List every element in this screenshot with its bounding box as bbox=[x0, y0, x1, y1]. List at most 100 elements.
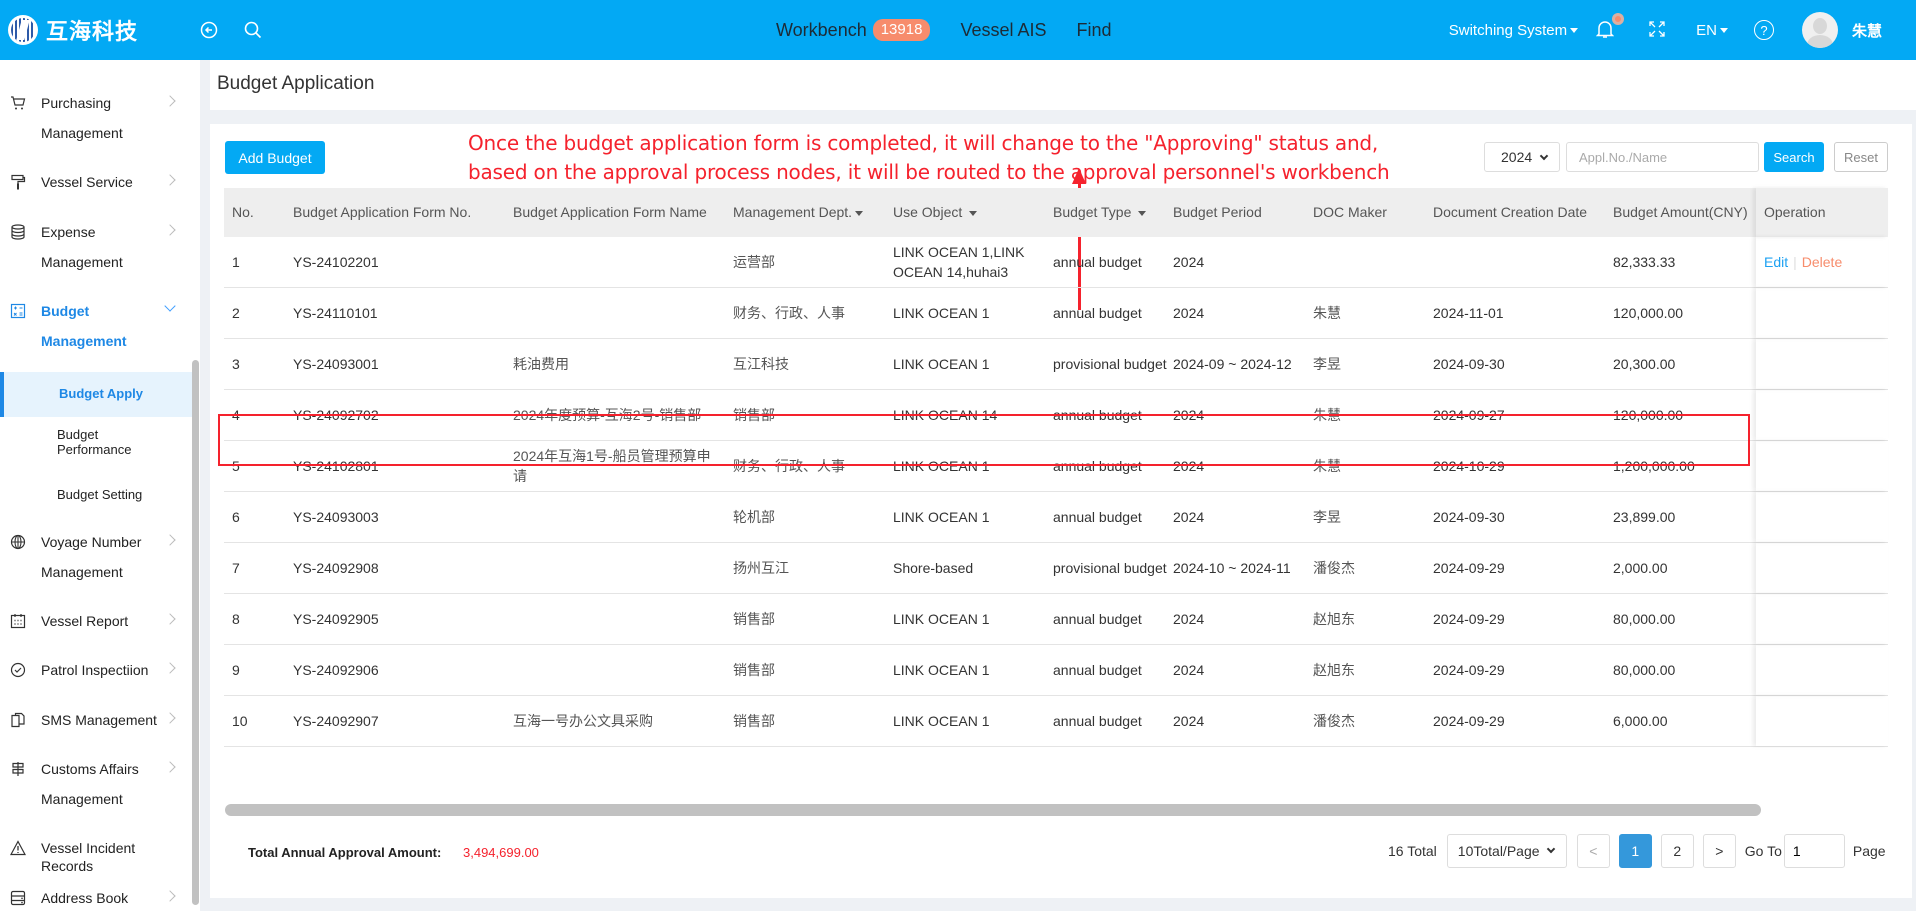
server-icon bbox=[9, 889, 27, 907]
logo-text: 互海科技 bbox=[46, 19, 139, 44]
sidebar-item-vessel-service[interactable]: Vessel Service bbox=[0, 173, 190, 193]
nav-workbench[interactable]: Workbench 13918 bbox=[776, 19, 931, 41]
workbench-count-badge: 13918 bbox=[872, 19, 931, 41]
cell-name bbox=[513, 543, 713, 593]
sidebar-item-purchasing-management[interactable]: Purchasing Management bbox=[0, 94, 190, 144]
chevron-right-icon bbox=[164, 890, 176, 902]
sidebar-subitem-label: Budget bbox=[57, 427, 99, 442]
sidebar-scrollbar[interactable] bbox=[192, 360, 199, 905]
delete-link[interactable]: Delete bbox=[1802, 252, 1842, 272]
table-row[interactable]: 3 YS-24093001 耗油费用 互江科技 LINK OCEAN 1 provisio… bbox=[224, 339, 1888, 390]
nav-vessel-ais[interactable]: Vessel AIS bbox=[960, 20, 1046, 41]
sidebar-subitem-budget-performance[interactable]: Budget Performance bbox=[0, 427, 192, 467]
year-select[interactable]: 2024 bbox=[1484, 142, 1560, 172]
cell-amount: 120,000.00 bbox=[1613, 305, 1684, 321]
page-size-value: 10Total/Page bbox=[1457, 843, 1540, 859]
search-input[interactable] bbox=[1566, 142, 1759, 172]
sidebar-item-customs-affairs-management[interactable]: Customs Affairs Management bbox=[0, 760, 190, 810]
sidebar-item-label: Vessel Service bbox=[41, 174, 133, 190]
table-row[interactable]: 8 YS-24092905 销售部 LINK OCEAN 1 annual budget… bbox=[224, 594, 1888, 645]
cell-use-object: LINK OCEAN 1 bbox=[893, 662, 990, 678]
sidebar-item-sms-management[interactable]: SMS Management bbox=[0, 711, 190, 731]
help-icon[interactable]: ? bbox=[1753, 20, 1774, 40]
cell-name: 耗油费用 bbox=[513, 356, 569, 372]
table-row[interactable]: 10 YS-24092907 互海一号办公文具采购 销售部 LINK OCEAN 1 an… bbox=[224, 696, 1888, 747]
sidebar-item-label: Budget bbox=[41, 303, 90, 319]
horizontal-scrollbar[interactable] bbox=[225, 804, 1761, 816]
check-circle-icon bbox=[9, 661, 27, 679]
table-row[interactable]: 9 YS-24092906 销售部 LINK OCEAN 1 annual budget… bbox=[224, 645, 1888, 696]
table-row[interactable]: 5 YS-24102801 2024年互海1号-船员管理预算申请 财务、行政、人事 LI… bbox=[224, 441, 1888, 492]
cell-no: 6 bbox=[232, 509, 240, 525]
operation-cell bbox=[1756, 441, 1888, 491]
cell-maker: 朱慧 bbox=[1313, 407, 1341, 423]
cell-amount: 120,000.00 bbox=[1613, 407, 1684, 423]
next-page-button[interactable]: > bbox=[1702, 834, 1736, 868]
cell-maker: 潘俊杰 bbox=[1313, 713, 1355, 729]
cell-dept: 财务、行政、人事 bbox=[733, 458, 845, 474]
chevron-right-icon bbox=[164, 174, 176, 186]
caret-down-icon bbox=[1138, 210, 1147, 216]
switching-system-dropdown[interactable]: Switching System bbox=[1448, 21, 1579, 39]
sidebar-subitem-budget-setting[interactable]: Budget Setting bbox=[0, 487, 192, 507]
cell-name bbox=[513, 492, 713, 542]
header-right: Switching System EN ? 朱慧 bbox=[1449, 0, 1916, 60]
cell-date: 2024-09-29 bbox=[1433, 713, 1505, 729]
cell-no: 8 bbox=[232, 611, 240, 627]
reset-button[interactable]: Reset bbox=[1834, 142, 1888, 172]
sidebar-item-address-book[interactable]: Address Book bbox=[0, 889, 190, 909]
sidebar-item-expense-management[interactable]: Expense Management bbox=[0, 223, 190, 273]
search-icon[interactable] bbox=[242, 19, 264, 41]
col-header-budget-period: Budget Period bbox=[1173, 204, 1262, 220]
table-row[interactable]: 6 YS-24093003 轮机部 LINK OCEAN 1 annual budget… bbox=[224, 492, 1888, 543]
sidebar-subitem-budget-apply[interactable]: Budget Apply bbox=[0, 372, 192, 417]
cell-date: 2024-09-29 bbox=[1433, 560, 1505, 576]
switching-system-label: Switching System bbox=[1448, 21, 1568, 39]
back-circle-icon[interactable] bbox=[198, 19, 220, 41]
col-header-form-name: Budget Application Form Name bbox=[513, 204, 707, 220]
nav-find[interactable]: Find bbox=[1077, 20, 1112, 41]
cell-dept: 销售部 bbox=[733, 407, 775, 423]
page-1-button[interactable]: 1 bbox=[1618, 834, 1652, 868]
language-dropdown[interactable]: EN bbox=[1696, 22, 1728, 39]
username[interactable]: 朱慧 bbox=[1852, 20, 1882, 41]
chevron-down-icon bbox=[1546, 844, 1556, 854]
col-header-management-dept[interactable]: Management Dept. bbox=[733, 204, 864, 220]
caret-down-icon bbox=[1570, 28, 1579, 34]
edit-link[interactable]: Edit bbox=[1764, 252, 1788, 272]
sidebar-item-patrol-inspection[interactable]: Patrol Inspectiion bbox=[0, 661, 190, 681]
cell-type: annual budget bbox=[1053, 254, 1142, 270]
page-size-select[interactable]: 10Total/Page bbox=[1446, 834, 1567, 868]
add-budget-button[interactable]: Add Budget bbox=[225, 141, 325, 174]
cell-dept: 财务、行政、人事 bbox=[733, 305, 845, 321]
logo[interactable]: 互海科技 bbox=[8, 14, 138, 46]
prev-page-button[interactable]: < bbox=[1576, 834, 1610, 868]
avatar[interactable] bbox=[1801, 12, 1838, 48]
cell-use-object: LINK OCEAN 1 bbox=[893, 713, 990, 729]
table-row[interactable]: 7 YS-24092908 扬州互江 Shore-based provisional b… bbox=[224, 543, 1888, 594]
page-2-button[interactable]: 2 bbox=[1660, 834, 1694, 868]
col-header-use-object[interactable]: Use Object bbox=[893, 204, 978, 220]
cell-date: 2024-09-27 bbox=[1433, 407, 1505, 423]
page-title: Budget Application bbox=[217, 73, 375, 94]
cell-use-object: LINK OCEAN 14 bbox=[893, 407, 998, 423]
cell-amount: 80,000.00 bbox=[1613, 611, 1676, 627]
sidebar-item-vessel-report[interactable]: Vessel Report bbox=[0, 612, 190, 632]
col-header-budget-type[interactable]: Budget Type bbox=[1053, 204, 1147, 220]
sidebar-item-label: Vessel Report bbox=[41, 613, 129, 629]
sidebar-item-vessel-incident-records[interactable]: Vessel Incident Records bbox=[0, 839, 190, 874]
cell-amount: 23,899.00 bbox=[1613, 509, 1676, 525]
sidebar-item-budget-management[interactable]: Budget Management bbox=[0, 300, 190, 352]
sidebar-item-voyage-number-management[interactable]: Voyage Number Management bbox=[0, 533, 190, 583]
table-row[interactable]: 1 YS-24102201 运营部 LINK OCEAN 1,LINK OCEAN 1… bbox=[224, 237, 1888, 288]
notification-bell[interactable] bbox=[1595, 13, 1625, 41]
search-button[interactable]: Search bbox=[1764, 142, 1824, 172]
fullscreen-icon[interactable] bbox=[1648, 20, 1668, 40]
cell-use-object: Shore-based bbox=[893, 560, 974, 576]
cell-no: 5 bbox=[232, 458, 240, 474]
table-row[interactable]: 4 YS-24092702 2024年度预算-互海2号-销售部 销售部 LINK OCE… bbox=[224, 390, 1888, 441]
col-header-label: Management Dept. bbox=[733, 204, 853, 220]
cell-amount: 80,000.00 bbox=[1613, 662, 1676, 678]
goto-page-input[interactable] bbox=[1783, 834, 1845, 868]
table-row[interactable]: 2 YS-24110101 财务、行政、人事 LINK OCEAN 1 annual b… bbox=[224, 288, 1888, 339]
